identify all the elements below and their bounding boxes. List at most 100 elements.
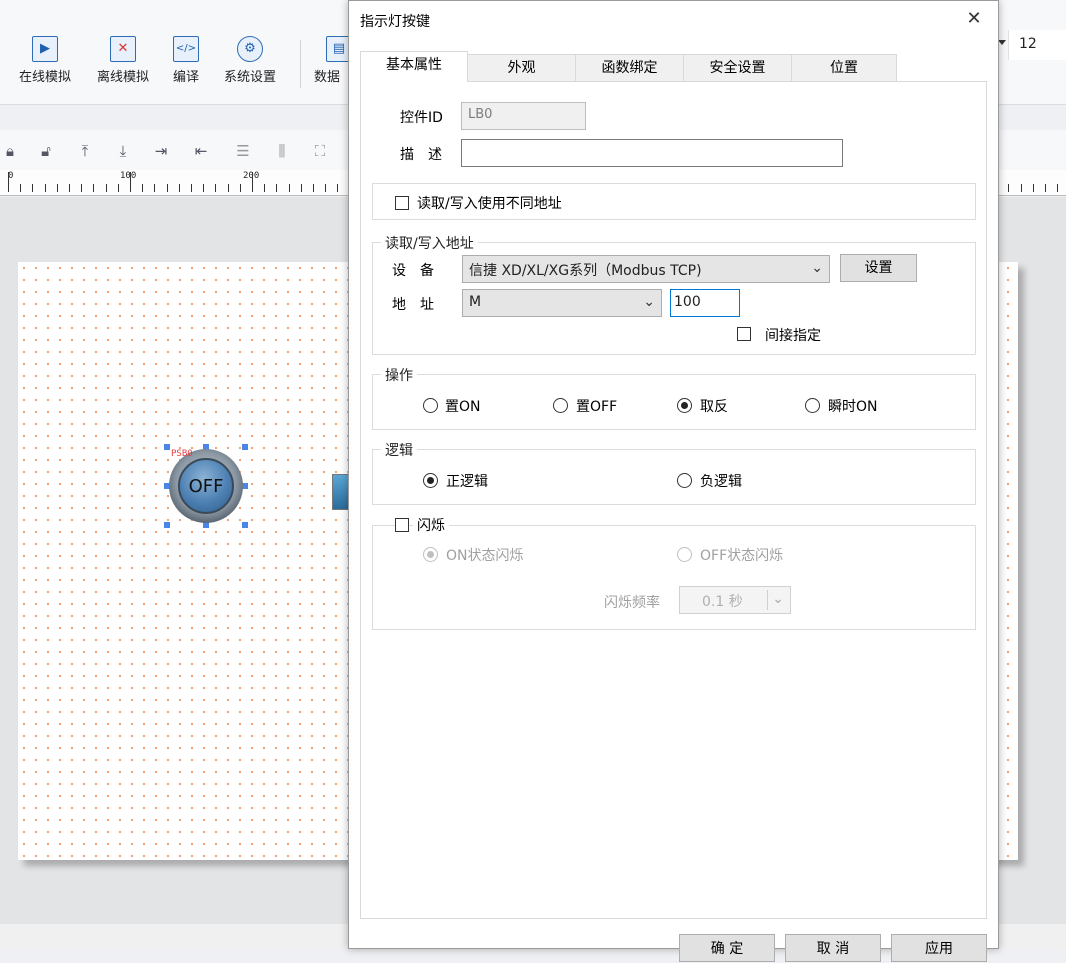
indicator-lamp-button[interactable]: OFF	[169, 449, 243, 523]
ruler-tick	[20, 184, 21, 192]
align-right-icon[interactable]: ⇥	[151, 142, 171, 160]
chevron-down-icon: ⌄	[811, 260, 823, 276]
bring-to-top-icon[interactable]: ⤒	[75, 142, 95, 160]
font-size-select[interactable]: 12	[1008, 30, 1066, 60]
logic-negative-label: 负逻辑	[700, 474, 742, 490]
operation-group-title: 操作	[381, 365, 417, 385]
ruler-tick	[1045, 184, 1046, 192]
distribute-vertical-icon[interactable]: ⫼	[272, 142, 292, 160]
ruler-tick	[32, 184, 33, 192]
ruler-tick	[81, 184, 82, 192]
font-dropdown-caret-icon[interactable]	[998, 40, 1006, 45]
distribute-horizontal-icon[interactable]: ☰	[233, 142, 253, 160]
resize-handle[interactable]	[164, 444, 170, 450]
rw-different-address-label: 读取/写入使用不同地址	[417, 196, 562, 212]
ruler-tick	[106, 184, 107, 192]
resize-handle[interactable]	[242, 522, 248, 528]
indicator-button-dialog: 指示灯按键 ✕ 基本属性 外观 函数绑定 安全设置 位置 控件ID LB0 描 …	[348, 0, 999, 962]
send-to-bottom-icon[interactable]: ⤓	[113, 142, 133, 160]
rw-different-address-checkbox[interactable]	[395, 196, 409, 210]
font-size-value: 12	[1019, 36, 1037, 52]
compile-button[interactable]: </> 编译	[151, 34, 221, 94]
ruler-tick	[45, 184, 46, 192]
blink-frequency-value: 0.1 秒	[702, 594, 743, 610]
op-toggle-label: 取反	[700, 399, 728, 415]
offline-simulate-icon: ✕	[110, 36, 136, 62]
ruler-tick	[191, 184, 192, 192]
indirect-checkbox[interactable]	[737, 327, 751, 341]
apply-button[interactable]: 应用	[891, 934, 987, 962]
data-icon: ▤	[326, 36, 348, 62]
ruler-tick	[240, 184, 241, 192]
ruler-tick	[1033, 184, 1034, 192]
ruler-tick	[337, 184, 338, 192]
ruler-tick	[252, 172, 253, 192]
ruler-tick	[276, 184, 277, 192]
lamp-tag: PSB0	[171, 449, 193, 459]
gear-icon: ⚙	[237, 36, 263, 62]
address-type-select[interactable]: M ⌄	[462, 289, 662, 317]
ruler-tick	[301, 184, 302, 192]
blink-checkbox[interactable]	[395, 518, 409, 532]
system-settings-button[interactable]: ⚙ 系统设置	[215, 34, 285, 94]
op-set-off-radio[interactable]	[553, 398, 568, 413]
unlock-icon[interactable]: 🔓︎	[36, 142, 56, 160]
device-settings-button[interactable]: 设置	[840, 254, 917, 282]
blink-label: 闪烁	[413, 515, 449, 535]
logic-negative-radio[interactable]	[677, 473, 692, 488]
rw-address-group-title: 读取/写入地址	[381, 233, 478, 253]
blink-frequency-select[interactable]: 0.1 秒 ⌄	[679, 586, 791, 614]
online-simulate-button[interactable]: ▶ 在线模拟	[10, 34, 80, 94]
align-left-icon[interactable]: ⇤	[191, 142, 211, 160]
blink-off-radio[interactable]	[677, 547, 692, 562]
address-value: 100	[674, 294, 701, 310]
tab-function-binding[interactable]: 函数绑定	[575, 54, 684, 82]
device-select[interactable]: 信捷 XD/XL/XG系列（Modbus TCP) ⌄	[462, 255, 830, 283]
control-id-field: LB0	[461, 102, 586, 130]
compile-label: 编译	[172, 70, 199, 85]
tab-basic-properties[interactable]: 基本属性	[360, 51, 468, 82]
online-simulate-label: 在线模拟	[18, 70, 71, 85]
op-momentary-radio[interactable]	[805, 398, 820, 413]
description-field[interactable]	[461, 139, 843, 167]
op-toggle-radio[interactable]	[677, 398, 692, 413]
rw-address-group: 读取/写入地址 设 备 信捷 XD/XL/XG系列（Modbus TCP) ⌄ …	[372, 233, 976, 355]
resize-handle[interactable]	[242, 444, 248, 450]
offline-simulate-button[interactable]: ✕ 离线模拟	[88, 34, 158, 94]
blink-frequency-label: 闪烁频率	[604, 595, 660, 611]
op-momentary-label: 瞬时ON	[828, 399, 878, 415]
resize-handle[interactable]	[164, 522, 170, 528]
ok-button[interactable]: 确 定	[679, 934, 775, 962]
tab-appearance[interactable]: 外观	[467, 54, 576, 82]
indirect-label: 间接指定	[765, 328, 821, 344]
logic-positive-radio[interactable]	[423, 473, 438, 488]
toolbar-separator	[300, 40, 301, 88]
blink-on-radio[interactable]	[423, 547, 438, 562]
data-label: 数据	[314, 70, 341, 85]
logic-group-title: 逻辑	[381, 440, 417, 460]
lamp-face: OFF	[178, 458, 234, 514]
ruler-tick	[313, 184, 314, 192]
address-input[interactable]: 100	[670, 289, 740, 317]
tab-position[interactable]: 位置	[791, 54, 897, 82]
ruler-tick	[154, 184, 155, 192]
chevron-down-icon: ⌄	[643, 294, 655, 310]
op-set-on-radio[interactable]	[423, 398, 438, 413]
ruler-tick	[130, 172, 131, 192]
address-label: 地 址	[392, 297, 434, 313]
ruler-tick	[203, 184, 204, 192]
close-icon[interactable]: ✕	[962, 7, 986, 31]
dialog-title: 指示灯按键	[360, 14, 430, 30]
ruler-tick	[289, 184, 290, 192]
ruler-tick	[1057, 184, 1058, 192]
chevron-down-icon: ⌄	[772, 591, 784, 607]
blink-on-label: ON状态闪烁	[446, 548, 524, 564]
data-button[interactable]: ▤ 数据	[306, 34, 348, 94]
compile-icon: </>	[173, 36, 199, 62]
lock-icon[interactable]: 🔒︎	[0, 142, 20, 160]
control-id-value: LB0	[468, 107, 493, 122]
same-size-icon[interactable]: ⛶	[310, 142, 330, 160]
basic-properties-panel: 控件ID LB0 描 述 读取/写入使用不同地址 读取/写入地址 设 备 信捷 …	[360, 81, 987, 919]
tab-security[interactable]: 安全设置	[683, 54, 792, 82]
cancel-button[interactable]: 取 消	[785, 934, 881, 962]
